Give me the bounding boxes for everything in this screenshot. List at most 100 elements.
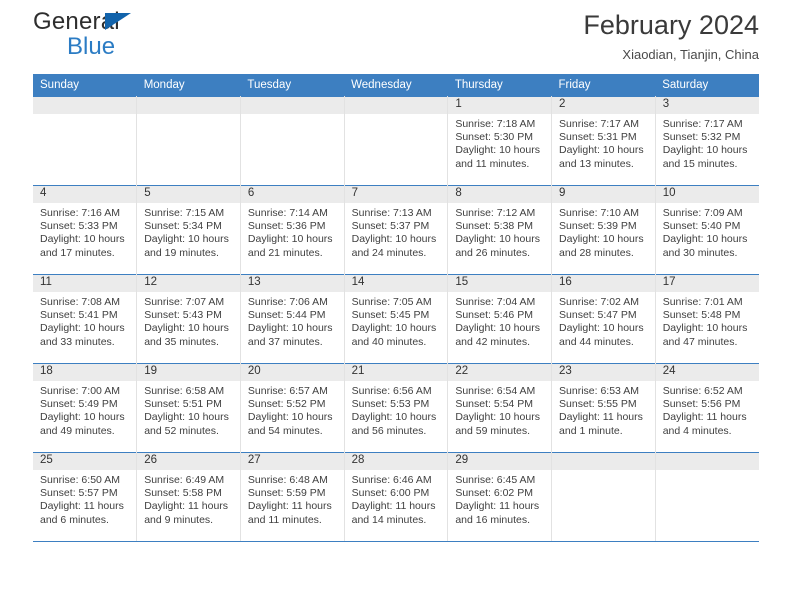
calendar-day-cell[interactable]: 1 Sunrise: 7:18 AM Sunset: 5:30 PM Daylight…: [447, 96, 553, 186]
daylight-text-line1: Daylight: 10 hours: [455, 411, 540, 424]
day-details: Sunrise: 7:17 AM Sunset: 5:31 PM Daylight:…: [552, 114, 655, 171]
calendar-day-cell[interactable]: 7 Sunrise: 7:13 AM Sunset: 5:37 PM Daylight…: [344, 185, 449, 275]
sunset-text: Sunset: 5:51 PM: [144, 398, 222, 411]
daylight-text-line2: and 35 minutes.: [144, 335, 219, 348]
calendar-day-cell[interactable]: 29 Sunrise: 6:45 AM Sunset: 6:02 PM Dayligh…: [447, 452, 553, 542]
day-number: 22: [448, 364, 552, 381]
weekday-header-friday: Friday: [551, 74, 656, 97]
day-number: 29: [448, 453, 552, 470]
calendar-day-cell[interactable]: 24 Sunrise: 6:52 AM Sunset: 5:56 PM Dayligh…: [655, 363, 759, 453]
sunset-text: Sunset: 5:39 PM: [559, 220, 637, 233]
daylight-text-line1: Daylight: 11 hours: [351, 500, 436, 513]
daylight-text-line2: and 59 minutes.: [455, 424, 531, 437]
calendar-day-cell[interactable]: 21 Sunrise: 6:56 AM Sunset: 5:53 PM Dayligh…: [344, 363, 449, 453]
day-number: 2: [552, 97, 655, 114]
day-details: Sunrise: 6:57 AM Sunset: 5:52 PM Daylight:…: [241, 381, 344, 438]
calendar-day-cell[interactable]: 22 Sunrise: 6:54 AM Sunset: 5:54 PM Dayligh…: [447, 363, 553, 453]
daylight-text-line1: Daylight: 10 hours: [40, 322, 125, 335]
daylight-text-line2: and 9 minutes.: [144, 513, 214, 526]
calendar-day-cell[interactable]: 15 Sunrise: 7:04 AM Sunset: 5:46 PM Dayligh…: [447, 274, 553, 364]
weekday-header-tuesday: Tuesday: [240, 74, 345, 97]
sunset-text: Sunset: 5:41 PM: [40, 309, 118, 322]
day-details: Sunrise: 6:46 AM Sunset: 6:00 PM Daylight:…: [345, 470, 448, 527]
calendar-day-cell[interactable]: 6 Sunrise: 7:14 AM Sunset: 5:36 PM Daylight…: [240, 185, 345, 275]
day-number: [344, 97, 448, 114]
sunset-text: Sunset: 5:37 PM: [351, 220, 430, 233]
calendar-day-cell[interactable]: 12 Sunrise: 7:07 AM Sunset: 5:43 PM Dayligh…: [136, 274, 241, 364]
day-number: 4: [33, 186, 137, 203]
calendar-empty-cell: [240, 96, 345, 186]
calendar-week-row: 11 Sunrise: 7:08 AM Sunset: 5:41 PM Dayligh…: [33, 274, 759, 364]
daylight-text-line1: Daylight: 10 hours: [662, 144, 748, 157]
daylight-text-line2: and 56 minutes.: [351, 424, 427, 437]
sunset-text: Sunset: 5:40 PM: [662, 220, 741, 233]
day-number: 9: [552, 186, 655, 203]
day-details: Sunrise: 7:02 AM Sunset: 5:47 PM Daylight:…: [552, 292, 655, 349]
calendar-body: 1 Sunrise: 7:18 AM Sunset: 5:30 PM Daylight…: [33, 96, 759, 542]
day-details: Sunrise: 7:06 AM Sunset: 5:44 PM Daylight:…: [241, 292, 344, 349]
day-number: 5: [137, 186, 240, 203]
sunrise-text: Sunrise: 6:57 AM: [247, 385, 328, 397]
daylight-text-line2: and 54 minutes.: [247, 424, 323, 437]
day-details: Sunrise: 6:56 AM Sunset: 5:53 PM Daylight:…: [345, 381, 448, 438]
sunrise-text: Sunrise: 7:15 AM: [144, 207, 225, 219]
day-details: Sunrise: 6:48 AM Sunset: 5:59 PM Daylight:…: [241, 470, 344, 527]
calendar-day-cell[interactable]: 4 Sunrise: 7:16 AM Sunset: 5:33 PM Daylight…: [33, 185, 138, 275]
sunset-text: Sunset: 5:49 PM: [40, 398, 118, 411]
calendar-day-cell[interactable]: 11 Sunrise: 7:08 AM Sunset: 5:41 PM Dayligh…: [33, 274, 138, 364]
sunrise-text: Sunrise: 7:07 AM: [144, 296, 225, 308]
day-number: 21: [344, 364, 448, 381]
day-number: 26: [137, 453, 240, 470]
daylight-text-line2: and 42 minutes.: [455, 335, 531, 348]
day-number: 27: [240, 453, 344, 470]
calendar-day-cell[interactable]: 19 Sunrise: 6:58 AM Sunset: 5:51 PM Dayligh…: [136, 363, 241, 453]
sunset-text: Sunset: 5:38 PM: [455, 220, 533, 233]
day-details: Sunrise: 6:45 AM Sunset: 6:02 PM Daylight:…: [448, 470, 551, 527]
daylight-text-line1: Daylight: 10 hours: [351, 233, 437, 246]
daylight-text-line1: Daylight: 10 hours: [40, 411, 125, 424]
sunrise-text: Sunrise: 6:54 AM: [455, 385, 536, 397]
sunset-text: Sunset: 5:48 PM: [662, 309, 741, 322]
daylight-text-line2: and 11 minutes.: [455, 157, 530, 170]
sunrise-text: Sunrise: 6:50 AM: [40, 474, 120, 486]
calendar-day-cell[interactable]: 17 Sunrise: 7:01 AM Sunset: 5:48 PM Dayligh…: [655, 274, 759, 364]
daylight-text-line1: Daylight: 10 hours: [351, 322, 437, 335]
calendar-day-cell[interactable]: 14 Sunrise: 7:05 AM Sunset: 5:45 PM Dayligh…: [344, 274, 449, 364]
day-details: Sunrise: 7:01 AM Sunset: 5:48 PM Daylight:…: [656, 292, 759, 349]
daylight-text-line1: Daylight: 10 hours: [144, 322, 229, 335]
daylight-text-line1: Daylight: 11 hours: [247, 500, 332, 513]
calendar-day-cell[interactable]: 28 Sunrise: 6:46 AM Sunset: 6:00 PM Dayligh…: [344, 452, 449, 542]
sunset-text: Sunset: 5:44 PM: [247, 309, 326, 322]
calendar-day-cell[interactable]: 5 Sunrise: 7:15 AM Sunset: 5:34 PM Daylight…: [136, 185, 241, 275]
calendar-day-cell[interactable]: 9 Sunrise: 7:10 AM Sunset: 5:39 PM Daylight…: [551, 185, 656, 275]
day-details: Sunrise: 7:10 AM Sunset: 5:39 PM Daylight:…: [552, 203, 655, 260]
daylight-text-line1: Daylight: 11 hours: [455, 500, 540, 513]
calendar-day-cell[interactable]: 23 Sunrise: 6:53 AM Sunset: 5:55 PM Dayligh…: [551, 363, 656, 453]
weekday-header-monday: Monday: [136, 74, 241, 97]
sunset-text: Sunset: 5:56 PM: [662, 398, 741, 411]
day-details: Sunrise: 7:14 AM Sunset: 5:36 PM Daylight:…: [241, 203, 344, 260]
day-details: Sunrise: 6:50 AM Sunset: 5:57 PM Daylight:…: [33, 470, 136, 527]
calendar-day-cell[interactable]: 2 Sunrise: 7:17 AM Sunset: 5:31 PM Daylight…: [551, 96, 656, 186]
calendar-day-cell[interactable]: 26 Sunrise: 6:49 AM Sunset: 5:58 PM Dayligh…: [136, 452, 241, 542]
calendar-day-cell[interactable]: 13 Sunrise: 7:06 AM Sunset: 5:44 PM Dayligh…: [240, 274, 345, 364]
day-details: Sunrise: 7:15 AM Sunset: 5:34 PM Daylight:…: [137, 203, 240, 260]
calendar-day-cell[interactable]: 8 Sunrise: 7:12 AM Sunset: 5:38 PM Daylight…: [447, 185, 553, 275]
calendar-day-cell[interactable]: 16 Sunrise: 7:02 AM Sunset: 5:47 PM Dayligh…: [551, 274, 656, 364]
daylight-text-line1: Daylight: 10 hours: [455, 233, 540, 246]
day-number: 7: [344, 186, 448, 203]
day-number: 11: [33, 275, 137, 292]
sunset-text: Sunset: 5:57 PM: [40, 487, 118, 500]
calendar-day-cell[interactable]: 3 Sunrise: 7:17 AM Sunset: 5:32 PM Daylight…: [655, 96, 759, 186]
calendar-day-cell[interactable]: 20 Sunrise: 6:57 AM Sunset: 5:52 PM Dayligh…: [240, 363, 345, 453]
calendar-day-cell[interactable]: 10 Sunrise: 7:09 AM Sunset: 5:40 PM Dayligh…: [655, 185, 759, 275]
calendar-day-cell[interactable]: 27 Sunrise: 6:48 AM Sunset: 5:59 PM Dayligh…: [240, 452, 345, 542]
daylight-text-line1: Daylight: 10 hours: [144, 411, 229, 424]
sunrise-text: Sunrise: 7:06 AM: [247, 296, 328, 308]
calendar-day-cell[interactable]: 18 Sunrise: 7:00 AM Sunset: 5:49 PM Dayligh…: [33, 363, 138, 453]
general-blue-logo[interactable]: General Blue: [33, 10, 223, 62]
calendar-day-cell[interactable]: 25 Sunrise: 6:50 AM Sunset: 5:57 PM Dayligh…: [33, 452, 138, 542]
day-number: 16: [552, 275, 655, 292]
daylight-text-line1: Daylight: 10 hours: [455, 144, 540, 157]
sunset-text: Sunset: 5:53 PM: [351, 398, 430, 411]
